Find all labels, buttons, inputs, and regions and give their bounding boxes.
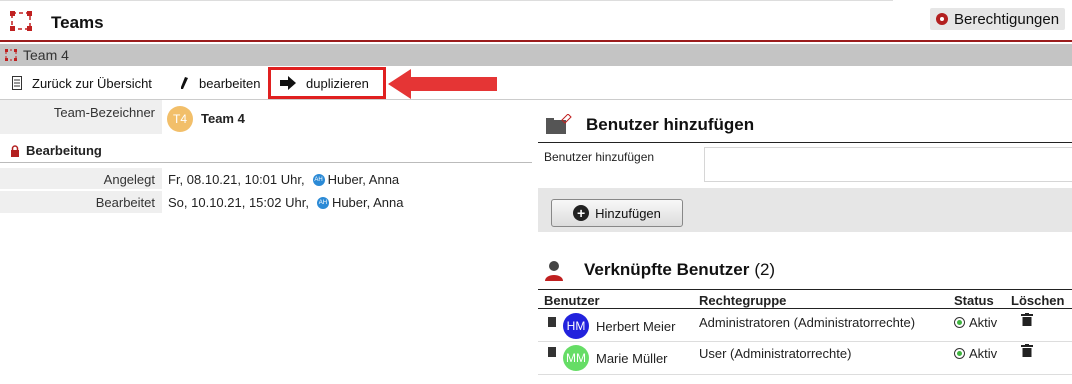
toolbar: Zurück zur Übersicht bearbeiten duplizie… [0, 68, 1072, 98]
team-icon [5, 49, 17, 61]
status-badge[interactable]: Aktiv [954, 346, 997, 361]
add-user-divider [538, 142, 1072, 143]
document-icon[interactable] [548, 347, 556, 357]
user-name[interactable]: Marie Müller [596, 351, 668, 366]
row-divider [538, 341, 1072, 342]
back-label: Zurück zur Übersicht [32, 75, 152, 91]
document-icon[interactable] [548, 317, 556, 327]
avatar: MM [563, 345, 589, 371]
status-badge[interactable]: Aktiv [954, 315, 997, 330]
trash-icon[interactable] [1021, 313, 1033, 326]
header-divider [0, 0, 893, 1]
row-divider [538, 374, 1072, 375]
editing-title-text: Bearbeitung [26, 143, 102, 158]
breadcrumb: Team 4 [0, 44, 1072, 66]
status-text: Aktiv [969, 346, 998, 361]
folder-icon [546, 114, 572, 134]
user-name[interactable]: Herbert Meier [596, 319, 675, 334]
rights-group: User (Administratorrechte) [699, 346, 852, 361]
pencil-icon [179, 76, 189, 90]
lock-icon [11, 144, 19, 157]
created-value: Fr, 08.10.21, 10:01 Uhr, AH Huber, Anna [168, 172, 399, 187]
column-header-user[interactable]: Benutzer [544, 293, 600, 308]
user-avatar-icon: AH [316, 196, 329, 209]
status-text: Aktiv [969, 315, 998, 330]
add-user-input[interactable] [704, 147, 1072, 182]
column-header-status[interactable]: Status [954, 293, 994, 308]
linked-users-count: (2) [754, 260, 776, 279]
team-name: Team 4 [201, 111, 245, 126]
add-user-heading-text: Benutzer hinzufügen [586, 115, 755, 134]
user-avatar-icon: AH [312, 173, 325, 186]
section-divider [0, 162, 532, 163]
annotation-arrow-icon [388, 69, 497, 99]
created-date: Fr, 08.10.21, 10:01 Uhr, [168, 172, 305, 187]
edited-date: So, 10.10.21, 15:02 Uhr, [168, 195, 309, 210]
permissions-label: Berechtigungen [954, 10, 1060, 28]
rights-group: Administratoren (Administratorrechte) [699, 315, 916, 330]
created-label: Angelegt [0, 168, 162, 189]
permissions-icon [936, 13, 948, 25]
team-badge: T4 [167, 106, 193, 132]
app-header: Teams Berechtigungen [0, 0, 1072, 42]
app-logo-icon [10, 11, 32, 31]
edit-label: bearbeiten [199, 75, 261, 91]
editing-section-title: Bearbeitung [10, 143, 102, 158]
team-identifier-label: Team-Bezeichner [0, 100, 162, 134]
column-header-delete: Löschen [1011, 293, 1065, 308]
linked-users-divider [538, 289, 1072, 290]
edited-value: So, 10.10.21, 15:02 Uhr, AH Huber, Anna [168, 195, 404, 210]
back-to-overview-button[interactable]: Zurück zur Übersicht [12, 68, 152, 98]
linked-users-heading: Verknüpfte Benutzer (2) [544, 259, 775, 281]
add-button-label: Hinzufügen [595, 205, 661, 221]
page-title: Teams [51, 13, 104, 32]
edit-button[interactable]: bearbeiten [179, 68, 260, 98]
column-header-rights-group[interactable]: Rechtegruppe [699, 293, 786, 308]
breadcrumb-title: Team 4 [23, 47, 69, 63]
active-status-icon [954, 348, 965, 359]
linked-users-heading-text: Verknüpfte Benutzer [584, 260, 750, 279]
created-user[interactable]: Huber, Anna [328, 172, 400, 187]
add-user-field-label: Benutzer hinzufügen [544, 150, 655, 164]
document-icon [12, 76, 22, 90]
user-icon [545, 261, 563, 281]
table-header-divider [538, 308, 1072, 309]
permissions-button[interactable]: Berechtigungen [930, 8, 1066, 30]
add-user-heading: Benutzer hinzufügen [544, 114, 754, 136]
edited-user[interactable]: Huber, Anna [332, 195, 404, 210]
active-status-icon [954, 317, 965, 328]
add-button[interactable]: + Hinzufügen [551, 199, 683, 227]
plus-icon: + [573, 205, 590, 221]
trash-icon[interactable] [1021, 344, 1033, 357]
edited-label: Bearbeitet [0, 191, 162, 213]
highlight-box [268, 67, 386, 99]
avatar: HM [563, 313, 589, 339]
